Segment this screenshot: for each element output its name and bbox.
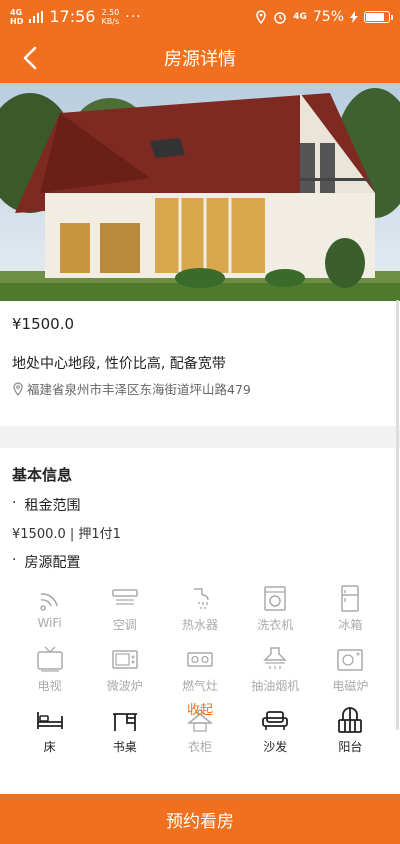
network-indicator: 4G HD bbox=[10, 7, 24, 26]
amenity-label: 书桌 bbox=[112, 740, 137, 754]
collapse-button[interactable]: 收起 bbox=[0, 699, 400, 718]
status-bar: 4G HD 17:56 2.50 KB/s ··· 4G 75% bbox=[0, 0, 400, 33]
washing-machine-icon bbox=[264, 586, 286, 611]
network-speed: 2.50 KB/s bbox=[101, 7, 120, 26]
config-heading: · 房源配置 bbox=[12, 552, 81, 571]
amenity-item: 冰箱 bbox=[313, 584, 388, 633]
app-bar: 房源详情 bbox=[0, 33, 400, 83]
address-text: 福建省泉州市丰泽区东海街道坪山路479 bbox=[27, 382, 251, 397]
amenity-label: 电磁炉 bbox=[332, 679, 369, 693]
scrollbar[interactable] bbox=[396, 300, 399, 730]
amenity-label: 电视 bbox=[37, 679, 62, 693]
amenity-label: 燃气灶 bbox=[181, 679, 218, 693]
amenity-item: 抽油烟机 bbox=[238, 645, 313, 694]
amenity-label: 衣柜 bbox=[187, 740, 212, 754]
basic-info-section: 基本信息 · 租金范围 ¥1500.0 | 押1付1 · 房源配置 WiFi 空调 热水… bbox=[0, 448, 400, 794]
detail-scroll-area[interactable]: ¥1500.0 地处中心地段, 性价比高, 配备宽带 福建省泉州市丰泽区东海街道… bbox=[0, 83, 400, 794]
rent-value: ¥1500.0 | 押1付1 bbox=[12, 527, 121, 542]
section-title: 基本信息 bbox=[12, 466, 73, 484]
amenity-label: 洗衣机 bbox=[257, 618, 294, 632]
fridge-icon bbox=[341, 585, 360, 612]
amenity-grid: WiFi 空调 热水器 洗衣机 冰箱电视 微波炉 燃气灶 抽油烟机 电磁炉床 书桌 衣柜 沙发 阳台 bbox=[12, 584, 388, 755]
amenity-label: 热水器 bbox=[181, 618, 218, 632]
amenity-item: 微波炉 bbox=[87, 645, 162, 694]
amenity-item: 电视 bbox=[12, 645, 87, 694]
water-heater-icon bbox=[193, 588, 209, 609]
location-pin-icon bbox=[13, 381, 23, 396]
house-photo bbox=[0, 83, 400, 301]
page-title: 房源详情 bbox=[164, 49, 236, 70]
signal-icon bbox=[29, 10, 44, 23]
price-section: ¥1500.0 地处中心地段, 性价比高, 配备宽带 福建省泉州市丰泽区东海街道… bbox=[0, 301, 400, 426]
amenity-label: 抽油烟机 bbox=[251, 679, 300, 693]
amenity-item: 电磁炉 bbox=[313, 645, 388, 694]
charging-icon bbox=[350, 10, 358, 23]
amenity-item: 洗衣机 bbox=[238, 584, 313, 633]
amenity-label: 微波炉 bbox=[106, 679, 143, 693]
book-viewing-button[interactable]: 预约看房 bbox=[0, 794, 400, 844]
amenity-item: 燃气灶 bbox=[162, 645, 237, 694]
amenity-label: 冰箱 bbox=[338, 618, 363, 632]
air-conditioner-icon bbox=[112, 589, 138, 605]
more-notifications-icon: ··· bbox=[125, 8, 142, 25]
amenity-label: 空调 bbox=[112, 618, 137, 632]
amenity-label: 沙发 bbox=[263, 740, 288, 754]
network-indicator-right: 4G bbox=[293, 11, 307, 22]
clock: 17:56 bbox=[49, 7, 96, 26]
price: ¥1500.0 bbox=[12, 315, 75, 333]
amenity-label: WiFi bbox=[37, 616, 62, 630]
alarm-icon bbox=[274, 11, 286, 24]
listing-description: 地处中心地段, 性价比高, 配备宽带 bbox=[12, 356, 226, 372]
battery-icon bbox=[364, 10, 393, 23]
address: 福建省泉州市丰泽区东海街道坪山路479 bbox=[12, 379, 388, 398]
amenity-label: 床 bbox=[43, 740, 56, 754]
location-icon bbox=[256, 9, 266, 24]
tv-icon bbox=[36, 646, 63, 672]
back-arrow-icon[interactable] bbox=[18, 45, 44, 71]
microwave-icon bbox=[112, 650, 138, 669]
battery-percent: 75% bbox=[312, 8, 344, 25]
gas-stove-icon bbox=[187, 652, 213, 667]
amenity-item: WiFi bbox=[12, 584, 87, 633]
amenity-label: 阳台 bbox=[338, 740, 363, 754]
range-hood-icon bbox=[263, 647, 287, 669]
amenity-item: 热水器 bbox=[162, 584, 237, 633]
rent-range-heading: · 租金范围 bbox=[12, 495, 81, 514]
amenity-item: 空调 bbox=[87, 584, 162, 633]
wifi-icon bbox=[39, 593, 58, 611]
induction-cooker-icon bbox=[337, 649, 364, 671]
